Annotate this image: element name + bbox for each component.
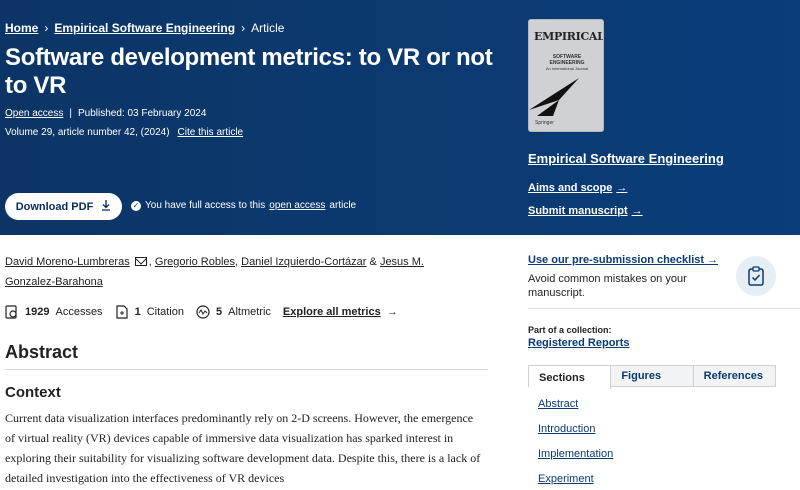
author-separator: ,	[235, 256, 239, 268]
breadcrumb-current: Article	[251, 21, 285, 35]
check-circle-icon: ✓	[131, 200, 141, 211]
volume-info-row: Volume 29, article number 42, (2024) Cit…	[5, 127, 243, 138]
altmetric-icon	[196, 305, 210, 319]
download-pdf-button[interactable]: Download PDF	[5, 193, 122, 220]
collection-link[interactable]: Registered Reports	[528, 337, 629, 349]
altmetric-label: Altmetric	[228, 306, 271, 318]
arrow-right-icon: →	[707, 254, 719, 266]
section-link-introduction[interactable]: Introduction	[538, 423, 613, 448]
altmetric-score: 5	[215, 306, 223, 318]
clipboard-check-icon	[736, 256, 776, 296]
submit-manuscript-label: Submit manuscript	[528, 205, 628, 217]
access-suffix: article	[329, 200, 357, 211]
author-list: David Moreno-Lumbreras , Gregorio Robles…	[5, 252, 475, 292]
accesses-label: Accesses	[55, 306, 103, 318]
abstract-text: Current data visualization interfaces pr…	[5, 411, 481, 485]
arrow-right-icon: →	[616, 182, 628, 194]
section-list: Abstract Introduction Implementation Exp…	[538, 398, 613, 490]
context-heading: Context	[5, 384, 61, 401]
chevron-right-icon: ›	[44, 21, 49, 35]
journal-cover[interactable]: EMPIRICAL SOFTWARE ENGINEERING An Intern…	[528, 19, 604, 132]
citation-label: Citation	[146, 306, 184, 318]
cover-publisher: Springer	[535, 120, 554, 126]
cover-subtitle: SOFTWARE ENGINEERING An International Jo…	[534, 54, 600, 71]
published-date: Published: 03 February 2024	[77, 108, 207, 119]
meta-divider: |	[69, 108, 72, 119]
abstract-heading: Abstract	[5, 342, 79, 362]
breadcrumb: Home › Empirical Software Engineering › …	[5, 21, 284, 35]
access-open-access-link[interactable]: open access	[269, 200, 325, 211]
accesses-count: 1929	[25, 306, 50, 318]
tab-figures[interactable]: Figures	[611, 366, 694, 386]
author-link[interactable]: Daniel Izquierdo-Cortázar	[241, 256, 366, 268]
article-metrics: 1929 Accesses 1 Citation 5 Altmetric Exp…	[5, 305, 398, 319]
breadcrumb-home[interactable]: Home	[5, 21, 38, 35]
author-separator: &	[369, 256, 377, 268]
access-notice: ✓ You have full access to this open acce…	[131, 200, 356, 211]
section-link-implementation[interactable]: Implementation	[538, 448, 613, 473]
citation-count: 1	[134, 306, 141, 318]
cite-article-link[interactable]: Cite this article	[178, 127, 244, 138]
presubmission-checklist-link[interactable]: Use our pre-submission checklist →	[528, 254, 718, 266]
aims-scope-label: Aims and scope	[528, 182, 613, 194]
submit-manuscript-link[interactable]: Submit manuscript →	[528, 205, 643, 217]
explore-metrics-link[interactable]: Explore all metrics	[283, 306, 381, 318]
access-prefix: You have full access to this	[145, 200, 266, 211]
page-title: Software development metrics: to VR or n…	[5, 44, 493, 99]
presubmission-description: Avoid common mistakes on your manuscript…	[528, 273, 687, 299]
aims-scope-link[interactable]: Aims and scope →	[528, 182, 627, 194]
cover-graphic	[529, 78, 579, 116]
section-link-experiment[interactable]: Experiment	[538, 473, 613, 490]
presubmission-checklist-label: Use our pre-submission checklist	[528, 254, 705, 266]
collection-label: Part of a collection:	[528, 325, 612, 335]
arrow-right-icon: →	[386, 306, 398, 318]
download-pdf-label: Download PDF	[15, 200, 94, 213]
sidebar-tabs: Sections Figures References	[528, 365, 776, 389]
tab-references[interactable]: References	[694, 366, 775, 386]
volume-info: Volume 29, article number 42, (2024)	[5, 127, 170, 138]
author-link[interactable]: Gregorio Robles	[155, 256, 235, 268]
arrow-right-icon: →	[631, 205, 643, 217]
divider	[5, 369, 488, 370]
breadcrumb-journal[interactable]: Empirical Software Engineering	[54, 21, 235, 35]
download-icon	[101, 199, 111, 214]
chevron-right-icon: ›	[241, 21, 246, 35]
author-link[interactable]: David Moreno-Lumbreras	[5, 256, 130, 268]
open-access-link[interactable]: Open access	[5, 108, 63, 119]
author-separator: ,	[148, 256, 152, 268]
journal-name-link[interactable]: Empirical Software Engineering	[528, 151, 724, 166]
publication-info: Open access | Published: 03 February 202…	[5, 108, 206, 119]
divider	[528, 308, 800, 309]
citation-icon	[115, 305, 129, 319]
cover-title: EMPIRICAL	[534, 30, 604, 43]
section-link-abstract[interactable]: Abstract	[538, 398, 613, 423]
article-header: Home › Empirical Software Engineering › …	[0, 0, 800, 235]
accesses-icon	[5, 305, 19, 319]
tab-sections[interactable]: Sections	[529, 366, 612, 389]
envelope-icon[interactable]	[134, 257, 147, 266]
